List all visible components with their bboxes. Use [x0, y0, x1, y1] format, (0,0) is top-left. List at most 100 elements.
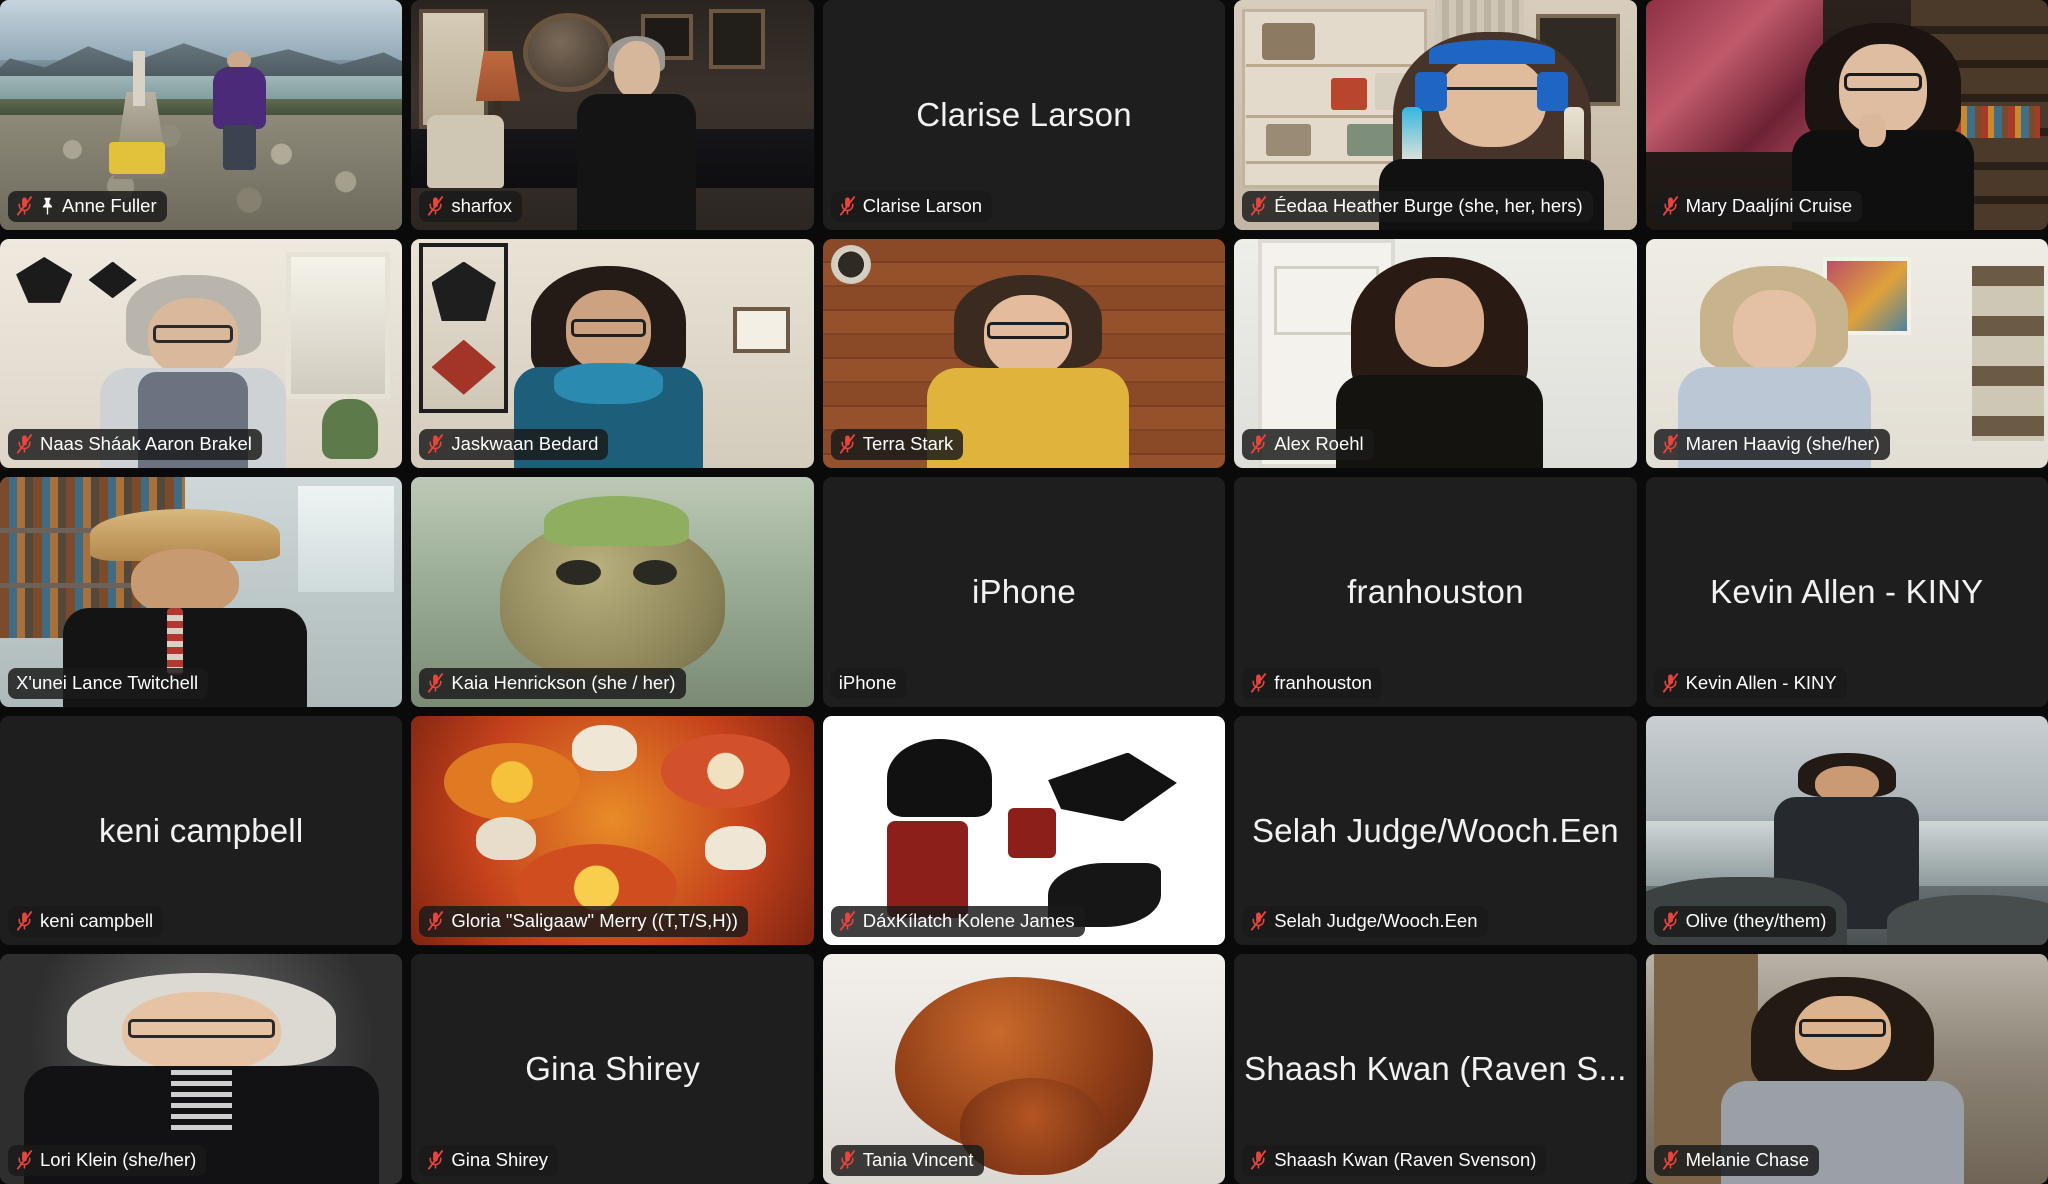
participant-tile-maren-haavig[interactable]: Maren Haavig (she/her) [1645, 238, 2048, 469]
placeholder-display-name: keni campbell [99, 811, 304, 849]
participant-name-label: Anne Fuller [62, 194, 157, 216]
name-badge: DáxKílatch Kolene James [830, 906, 1085, 938]
participant-name-label: DáxKílatch Kolene James [862, 910, 1075, 932]
participant-tile-franhouston[interactable]: franhouston franhouston [1234, 477, 1637, 707]
participant-tile-sharfox[interactable]: sharfox [411, 0, 814, 230]
name-badge: franhouston [1242, 667, 1382, 699]
participant-tile-alex-roehl[interactable]: Alex Roehl [1234, 238, 1637, 469]
name-badge: Naas Sháak Aaron Brakel [8, 429, 262, 461]
name-badge: Kevin Allen - KINY [1653, 667, 1847, 699]
participant-name-label: Jaskwaan Bedard [451, 433, 599, 455]
name-badge: iPhone [830, 667, 907, 699]
participant-name-label: Kaia Henrickson (she / her) [451, 671, 676, 693]
participant-tile-melanie-chase[interactable]: Melanie Chase [1645, 954, 2048, 1184]
mic-muted-icon [1251, 911, 1267, 931]
placeholder-display-name: Kevin Allen - KINY [1710, 572, 1984, 610]
participant-tile-heather-burge[interactable]: Éedaa Heather Burge (she, her, hers) [1234, 0, 1637, 230]
participant-name-label: Shaash Kwan (Raven Svenson) [1274, 1149, 1537, 1170]
participant-tile-kolene-james[interactable]: DáxKílatch Kolene James [822, 715, 1226, 946]
mic-muted-icon [1251, 1150, 1267, 1170]
participant-tile-kaia-henrickson[interactable]: Kaia Henrickson (she / her) [411, 477, 814, 707]
placeholder-display-name: iPhone [972, 572, 1076, 610]
participant-name-label: Melanie Chase [1685, 1149, 1809, 1170]
name-badge: sharfox [419, 190, 523, 222]
name-badge: Jaskwaan Bedard [419, 429, 609, 461]
participant-tile-anne-fuller[interactable]: Anne Fuller [0, 0, 403, 230]
participant-tile-raven-svenson[interactable]: Shaash Kwan (Raven S... Shaash Kwan (Rav… [1234, 954, 1637, 1184]
participant-tile-gina-shirey[interactable]: Gina Shirey Gina Shirey [411, 954, 814, 1184]
name-badge: Clarise Larson [830, 190, 993, 222]
name-badge: Gloria "Saligaaw" Merry ((T,T/S,H)) [419, 906, 748, 938]
participant-tile-tania-vincent[interactable]: Tania Vincent [822, 954, 1226, 1184]
name-badge: Anne Fuller [8, 190, 167, 222]
mic-muted-icon [16, 434, 33, 454]
participant-name-label: Naas Sháak Aaron Brakel [40, 433, 252, 455]
mic-muted-icon [428, 434, 444, 454]
participant-tile-jaskwaan-bedard[interactable]: Jaskwaan Bedard [411, 238, 814, 469]
name-badge: Shaash Kwan (Raven Svenson) [1242, 1145, 1547, 1176]
placeholder-display-name: Selah Judge/Wooch.Een [1251, 811, 1619, 849]
participant-tile-mary-cruise[interactable]: Mary Daaljíni Cruise [1645, 0, 2048, 230]
participant-tile-kevin-allen-kiny[interactable]: Kevin Allen - KINY Kevin Allen - KINY [1645, 477, 2048, 707]
participant-tile-lori-klein[interactable]: Lori Klein (she/her) [0, 954, 403, 1184]
name-badge: Selah Judge/Wooch.Een [1242, 906, 1488, 938]
participant-tile-selah-judge[interactable]: Selah Judge/Wooch.Een Selah Judge/Wooch.… [1234, 715, 1637, 946]
participant-name-label: Maren Haavig (she/her) [1685, 433, 1880, 455]
participant-name-label: franhouston [1274, 671, 1372, 693]
participant-tile-lance-twitchell[interactable]: X'unei Lance Twitchell [0, 477, 403, 707]
participant-name-label: Olive (they/them) [1685, 910, 1827, 932]
name-badge: Mary Daaljíni Cruise [1653, 190, 1863, 222]
mic-muted-icon [839, 1150, 855, 1170]
participant-name-label: Terra Stark [862, 433, 954, 455]
placeholder-display-name: Shaash Kwan (Raven S... [1244, 1050, 1627, 1088]
mic-muted-icon [428, 911, 444, 931]
participant-tile-aaron-brakel[interactable]: Naas Sháak Aaron Brakel [0, 238, 403, 469]
participant-name-label: Selah Judge/Wooch.Een [1274, 910, 1478, 932]
participant-name-label: Tania Vincent [862, 1149, 974, 1170]
participant-tile-iphone[interactable]: iPhone iPhone [822, 477, 1226, 707]
participant-name-label: Gina Shirey [451, 1149, 549, 1170]
mic-muted-icon [1251, 672, 1267, 693]
participant-name-label: X'unei Lance Twitchell [16, 671, 199, 693]
participant-name-label: keni campbell [40, 910, 154, 932]
mic-muted-icon [428, 195, 444, 216]
name-badge: Maren Haavig (she/her) [1653, 429, 1890, 461]
participant-name-label: Mary Daaljíni Cruise [1685, 194, 1853, 216]
pin-icon [43, 197, 52, 215]
participant-gallery-grid: Anne Fuller sharfox Clarise Larson Claris… [0, 0, 2048, 1184]
name-badge: Alex Roehl [1242, 429, 1374, 461]
placeholder-display-name: franhouston [1347, 572, 1524, 610]
participant-name-label: Kevin Allen - KINY [1685, 671, 1837, 693]
mic-muted-icon [839, 195, 855, 216]
name-badge: Melanie Chase [1653, 1145, 1819, 1176]
placeholder-display-name: Clarise Larson [916, 95, 1132, 133]
participant-tile-olive[interactable]: Olive (they/them) [1645, 715, 2048, 946]
mic-muted-icon [1662, 911, 1678, 931]
mic-muted-icon [839, 911, 855, 931]
participant-name-label: Lori Klein (she/her) [40, 1149, 197, 1170]
mic-muted-icon [1662, 195, 1678, 216]
mic-muted-icon [1251, 195, 1267, 216]
participant-name-label: sharfox [451, 194, 513, 216]
mic-muted-icon [428, 1150, 444, 1170]
name-badge: Gina Shirey [419, 1145, 559, 1176]
name-badge: X'unei Lance Twitchell [8, 667, 209, 699]
name-badge: Tania Vincent [830, 1145, 984, 1176]
participant-tile-terra-stark[interactable]: Terra Stark [822, 238, 1226, 469]
mic-muted-icon [16, 1150, 33, 1170]
mic-muted-icon [1662, 434, 1678, 454]
participant-tile-gloria-merry[interactable]: Gloria "Saligaaw" Merry ((T,T/S,H)) [411, 715, 814, 946]
participant-name-label: Éedaa Heather Burge (she, her, hers) [1274, 194, 1583, 216]
mic-muted-icon [1662, 672, 1678, 693]
mic-muted-icon [16, 195, 33, 216]
name-badge: Terra Stark [830, 429, 964, 461]
participant-tile-keni-campbell[interactable]: keni campbell keni campbell [0, 715, 403, 946]
participant-name-label: Clarise Larson [862, 194, 983, 216]
mic-muted-icon [428, 672, 444, 693]
participant-tile-clarise-larson[interactable]: Clarise Larson Clarise Larson [822, 0, 1226, 230]
participant-name-label: Alex Roehl [1274, 433, 1364, 455]
mic-muted-icon [839, 434, 855, 454]
name-badge: Kaia Henrickson (she / her) [419, 667, 686, 699]
participant-name-label: Gloria "Saligaaw" Merry ((T,T/S,H)) [451, 910, 738, 932]
mic-muted-icon [1251, 434, 1267, 454]
